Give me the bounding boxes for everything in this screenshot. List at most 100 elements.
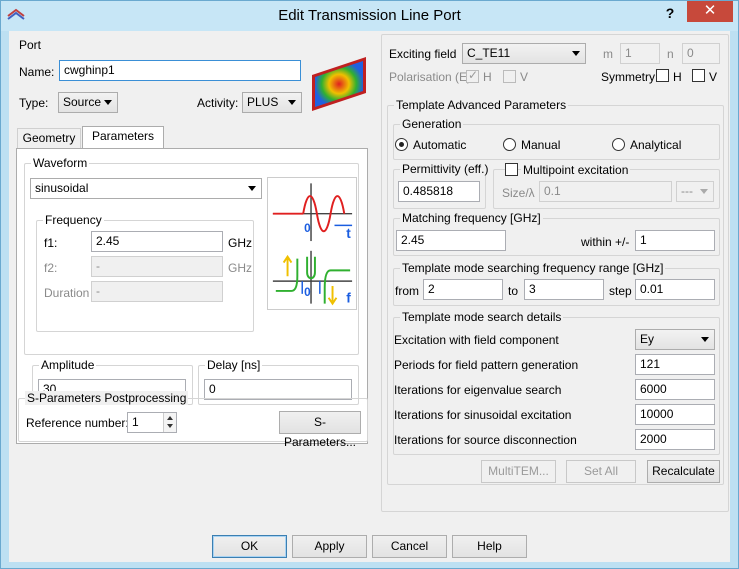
details-group-label: Template mode search details [400,310,564,324]
exciting-field-value: C_TE11 [467,46,511,60]
sparams-group-label: S-Parameters Postprocessing [25,391,189,405]
size-input[interactable]: 0.1 [539,181,672,202]
excitation-component-label: Excitation with field component [394,333,559,347]
ok-button[interactable]: OK [212,535,287,558]
f2-input[interactable]: - [91,256,223,277]
close-icon[interactable]: ✕ [687,1,733,22]
size-select-value: --- [681,184,693,198]
f2-unit: GHz [228,261,252,275]
tab-parameters[interactable]: Parameters [82,126,164,149]
multipoint-label: Multipoint excitation [521,163,631,177]
set-all-button[interactable]: Set All [566,460,636,483]
generation-automatic-label: Automatic [413,138,467,152]
within-input[interactable]: 1 [635,230,715,251]
f1-input[interactable]: 2.45 [91,231,223,252]
name-input[interactable]: cwghinp1 [59,60,301,81]
symmetry-h-checkbox[interactable] [656,69,669,82]
excitation-component-value: Ey [640,332,655,346]
chevron-down-icon [700,189,708,194]
help-button[interactable]: Help [452,535,527,558]
periods-input[interactable]: 121 [635,354,715,375]
delay-label: Delay [ns] [205,358,263,372]
exciting-field-label: Exciting field [389,47,457,61]
to-label: to [508,284,519,298]
generation-manual-label: Manual [521,138,561,152]
matching-group-label: Matching frequency [GHz] [400,211,543,225]
permittivity-input[interactable]: 0.485818 [398,181,480,202]
polarisation-v-checkbox[interactable] [503,70,516,83]
name-label: Name: [19,65,55,79]
sparameters-button[interactable]: S-Parameters... [279,411,361,449]
search-range-group-label: Template mode searching frequency range … [400,261,666,275]
help-icon[interactable]: ? [657,2,683,24]
recalculate-button[interactable]: Recalculate [647,460,720,483]
graph-f-label: f [346,291,351,306]
polarisation-h-checkbox[interactable]: ✓ [466,68,479,83]
type-select[interactable]: Source [58,92,118,113]
graph-zero-label-2: 0 [304,286,311,299]
tab-geometry[interactable]: Geometry [17,128,81,149]
type-select-value: Source [63,95,102,109]
spinner-arrows-icon[interactable] [163,413,176,432]
delay-input[interactable]: 0 [204,379,352,400]
polarisation-label: Polarisation (E) [389,70,472,84]
to-input[interactable]: 3 [524,279,604,300]
title-bar[interactable]: Edit Transmission Line Port ? ✕ [1,1,738,31]
multitem-button[interactable]: MultiTEM... [481,460,556,483]
template-group-label: Template Advanced Parameters [394,98,569,112]
generation-analytical-label: Analytical [630,138,682,152]
m-input[interactable]: 1 [620,43,660,64]
graph-t-label: t [346,226,351,241]
step-label: step [609,284,632,298]
matching-frequency-input[interactable]: 2.45 [396,230,506,251]
disconnection-iterations-input[interactable]: 2000 [635,429,715,450]
f1-label: f1: [44,236,58,250]
duration-label: Duration [44,286,90,300]
permittivity-label: Permittivity (eff.) [400,162,491,176]
chevron-down-icon [288,100,296,105]
within-label: within +/- [581,235,630,249]
type-label: Type: [19,96,49,110]
polarisation-h-label: H [483,70,492,84]
multipoint-checkbox[interactable] [505,163,518,176]
dialog-window: Edit Transmission Line Port ? ✕ Port Nam… [0,0,739,569]
size-label: Size/λ [502,186,535,200]
dialog-body: Port Name: cwghinp1 Type: Source Activit… [9,31,730,562]
amplitude-label: Amplitude [39,358,97,372]
cancel-button[interactable]: Cancel [372,535,447,558]
eigenvalue-iterations-label: Iterations for eigenvalue search [394,383,562,397]
step-input[interactable]: 0.01 [635,279,715,300]
waveform-group-label: Waveform [31,156,90,170]
activity-select[interactable]: PLUS [242,92,302,113]
f2-label: f2: [44,261,58,275]
excitation-component-select[interactable]: Ey [635,329,715,350]
n-label: n [667,47,674,61]
window-title: Edit Transmission Line Port [278,7,461,24]
sinusoidal-iterations-label: Iterations for sinusoidal excitation [394,408,572,422]
size-select[interactable]: --- [676,181,714,202]
waveform-select[interactable]: sinusoidal [30,178,262,199]
disconnection-iterations-label: Iterations for source disconnection [394,433,577,447]
symmetry-v-label: V [709,70,718,84]
generation-group-label: Generation [400,117,464,131]
generation-automatic-radio[interactable] [395,138,408,151]
eigenvalue-iterations-input[interactable]: 6000 [635,379,715,400]
graph-zero-label-1: 0 [304,222,311,235]
n-input[interactable]: 0 [682,43,720,64]
exciting-field-select[interactable]: C_TE11 [462,43,586,64]
from-input[interactable]: 2 [423,279,503,300]
duration-input[interactable]: - [91,281,223,302]
frequency-group-label: Frequency [43,213,104,227]
reference-number-spinner[interactable]: 1 [127,412,177,433]
chevron-down-icon [104,100,112,105]
port-shape-icon [312,57,366,111]
activity-label: Activity: [197,96,239,110]
apply-button[interactable]: Apply [292,535,367,558]
generation-manual-radio[interactable] [503,138,516,151]
sinusoidal-iterations-input[interactable]: 10000 [635,404,715,425]
symmetry-v-checkbox[interactable] [692,69,705,82]
polarisation-v-label: V [520,70,529,84]
generation-analytical-radio[interactable] [612,138,625,151]
port-group-label: Port [19,38,42,52]
waveform-graph: 0 t 0 f [267,177,357,310]
